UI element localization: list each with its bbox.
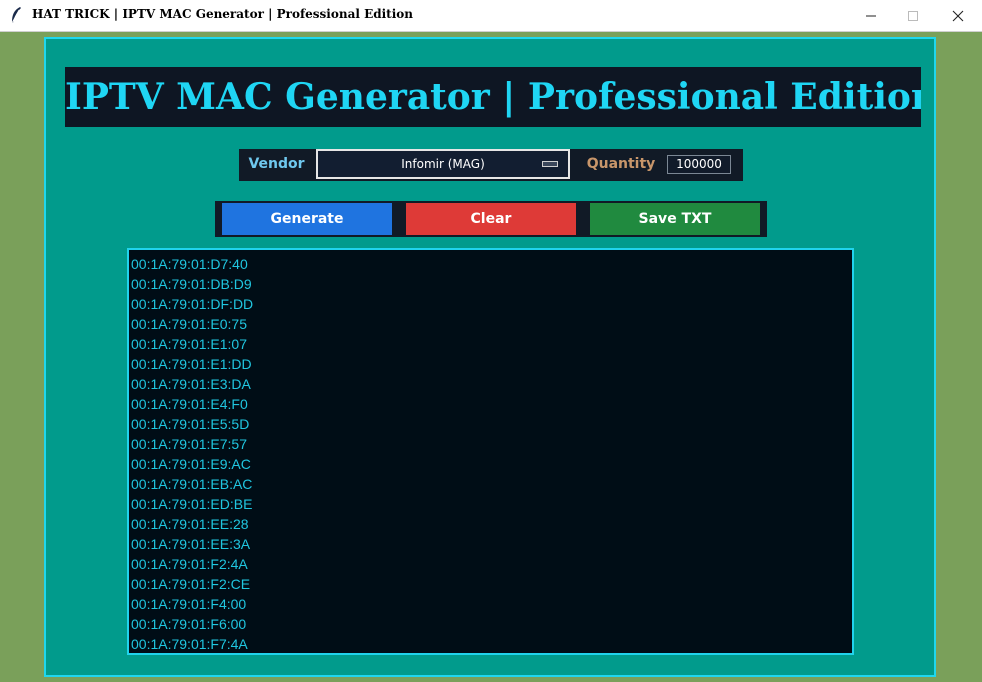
mac-line: 00:1A:79:01:DB:D9	[131, 276, 252, 292]
quantity-label: Quantity	[586, 156, 656, 172]
mac-line: 00:1A:79:01:ED:BE	[131, 496, 253, 512]
action-bar: Generate Clear Save TXT	[215, 201, 767, 237]
window-title: HAT TRICK | IPTV MAC Generator | Profess…	[32, 7, 414, 21]
close-button[interactable]	[935, 0, 981, 31]
maximize-button[interactable]	[890, 0, 936, 31]
mac-line: 00:1A:79:01:E5:5D	[131, 416, 250, 432]
quantity-input[interactable]: 100000	[667, 155, 731, 174]
feather-icon	[11, 7, 21, 24]
mac-output-box[interactable]: 00:1A:79:01:D7:40 00:1A:79:01:DB:D9 00:1…	[127, 248, 854, 655]
title-bar: HAT TRICK | IPTV MAC Generator | Profess…	[0, 0, 982, 32]
mac-line: 00:1A:79:01:EE:28	[131, 516, 249, 532]
mac-line: 00:1A:79:01:EB:AC	[131, 476, 253, 492]
mac-line: 00:1A:79:01:F7:4A	[131, 636, 248, 652]
mac-line: 00:1A:79:01:E3:DA	[131, 376, 251, 392]
mac-line: 00:1A:79:01:E0:75	[131, 316, 247, 332]
close-icon	[952, 10, 964, 21]
mac-line: 00:1A:79:01:F2:CE	[131, 576, 251, 592]
vendor-label: Vendor	[248, 156, 305, 172]
generate-button[interactable]: Generate	[222, 203, 392, 235]
mac-list: 00:1A:79:01:D7:40 00:1A:79:01:DB:D9 00:1…	[129, 250, 852, 653]
vendor-selected-value: Infomir (MAG)	[401, 157, 485, 171]
mac-line: 00:1A:79:01:E7:57	[131, 436, 247, 452]
dropdown-indicator-icon	[542, 161, 558, 167]
main-panel: IPTV MAC Generator | Professional Editio…	[44, 37, 936, 677]
vendor-select[interactable]: Infomir (MAG)	[316, 149, 570, 179]
clear-button[interactable]: Clear	[406, 203, 576, 235]
minimize-icon	[866, 15, 876, 16]
settings-bar: Vendor Infomir (MAG) Quantity 100000	[239, 149, 743, 181]
mac-line: 00:1A:79:01:EE:3A	[131, 536, 251, 552]
minimize-button[interactable]	[848, 0, 894, 31]
mac-line: 00:1A:79:01:E1:DD	[131, 356, 252, 372]
mac-line: 00:1A:79:01:F6:00	[131, 616, 247, 632]
page-title: IPTV MAC Generator | Professional Editio…	[65, 67, 921, 127]
mac-line: 00:1A:79:01:F2:4A	[131, 556, 248, 572]
mac-line: 00:1A:79:01:DF:DD	[131, 296, 254, 312]
maximize-icon	[908, 10, 918, 21]
save-txt-button[interactable]: Save TXT	[590, 203, 760, 235]
mac-line: 00:1A:79:01:E1:07	[131, 336, 247, 352]
mac-line: 00:1A:79:01:F4:00	[131, 596, 247, 612]
mac-line: 00:1A:79:01:D7:40	[131, 256, 248, 272]
mac-line: 00:1A:79:01:E4:F0	[131, 396, 248, 412]
mac-line: 00:1A:79:01:E9:AC	[131, 456, 251, 472]
